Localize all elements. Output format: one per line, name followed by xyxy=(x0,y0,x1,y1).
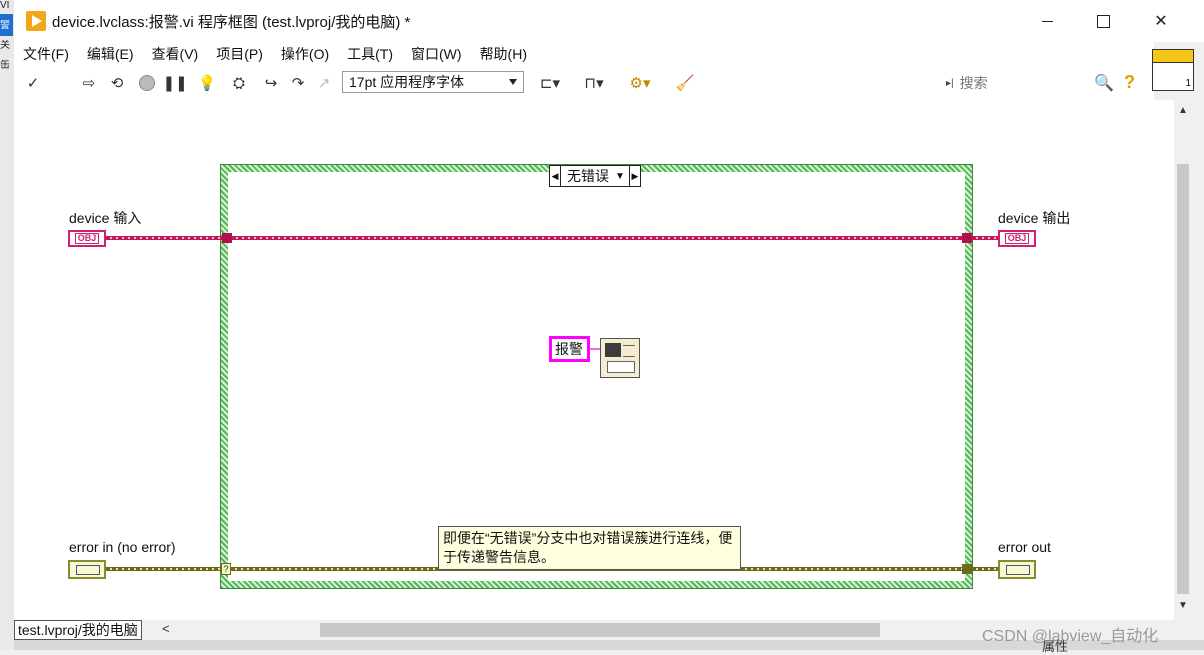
device-output-label: device 输出 xyxy=(998,210,1071,226)
close-button[interactable]: ✕ xyxy=(1138,6,1184,36)
case-decrement-icon[interactable]: ◀ xyxy=(550,166,561,186)
search-scope-icon: ▸| xyxy=(946,77,954,89)
window-title: device.lvclass:报警.vi 程序框图 (test.lvproj/我… xyxy=(52,14,411,31)
obj-tag: OBJ xyxy=(74,233,100,244)
clean-up-diagram-icon[interactable]: 🧹 xyxy=(672,74,698,92)
strip-text-3: 关 xyxy=(0,40,10,51)
labview-app-icon xyxy=(26,11,46,31)
step-over-icon[interactable]: ↷ xyxy=(288,74,308,92)
title-bar: device.lvclass:报警.vi 程序框图 (test.lvproj/我… xyxy=(14,0,1204,42)
scroll-left-icon[interactable]: < xyxy=(162,621,170,636)
menu-view[interactable]: 查看(V) xyxy=(143,44,208,64)
menu-bar: 文件(F) 编辑(E) 查看(V) 项目(P) 操作(O) 工具(T) 窗口(W… xyxy=(14,42,1154,66)
device-input-label: device 输入 xyxy=(69,210,142,226)
menu-edit[interactable]: 编辑(E) xyxy=(78,44,143,64)
error-tunnel-out[interactable] xyxy=(962,564,972,574)
error-wire-out[interactable] xyxy=(972,567,998,571)
error-out-terminal[interactable] xyxy=(998,560,1036,579)
minimize-icon xyxy=(1041,20,1053,22)
chevron-down-icon xyxy=(509,79,517,85)
menu-file[interactable]: 文件(F) xyxy=(14,44,78,64)
object-wire-in[interactable] xyxy=(106,236,226,240)
highlight-execution-icon[interactable]: 💡 xyxy=(198,74,217,92)
object-tunnel-out[interactable] xyxy=(962,233,972,243)
obj-tag: OBJ xyxy=(1004,233,1030,244)
alarm-subvi[interactable] xyxy=(600,338,640,378)
vi-icon-panel[interactable]: 1 xyxy=(1152,49,1194,91)
strip-text-2: 警 xyxy=(0,20,10,31)
chevron-down-icon: ▼ xyxy=(615,170,625,182)
vertical-scrollbar[interactable]: ▲ ▼ xyxy=(1174,100,1192,620)
abort-icon[interactable] xyxy=(138,74,156,92)
font-select-value: 17pt 应用程序字体 xyxy=(349,74,465,90)
horizontal-scroll-thumb[interactable] xyxy=(320,623,880,637)
vi-icon-banner xyxy=(1153,50,1193,63)
error-wire-in[interactable] xyxy=(106,567,222,571)
vertical-scroll-thumb[interactable] xyxy=(1177,164,1189,594)
device-input-terminal[interactable]: OBJ xyxy=(68,230,106,247)
context-help-icon[interactable]: ? xyxy=(1124,72,1135,93)
toolbar: ✓ ⇨ ⟲ ❚❚ 💡 ⛭ ↪ ↷ ↗ 17pt 应用程序字体 ⊏▾ ⊓▾ ⚙▾ … xyxy=(14,66,1154,100)
watermark: CSDN @labview_自动化 xyxy=(982,628,1159,645)
subvi-icon-image xyxy=(605,343,621,357)
align-objects-icon[interactable]: ⊏▾ xyxy=(534,74,566,92)
maximize-button[interactable] xyxy=(1080,6,1126,36)
menu-project[interactable]: 项目(P) xyxy=(207,44,272,64)
object-wire-through[interactable] xyxy=(232,236,966,240)
apply-changes-icon[interactable]: ✓ xyxy=(24,74,42,92)
run-icon[interactable]: ⇨ xyxy=(80,74,98,92)
search-placeholder: 搜索 xyxy=(959,75,988,91)
scroll-up-icon[interactable]: ▲ xyxy=(1178,105,1188,116)
pause-icon[interactable]: ❚❚ xyxy=(162,74,187,92)
minimize-button[interactable] xyxy=(1024,6,1070,36)
menu-operate[interactable]: 操作(O) xyxy=(272,44,338,64)
case-selector[interactable]: ◀ 无错误 ▼ ▶ xyxy=(549,165,641,187)
distribute-objects-icon[interactable]: ⊓▾ xyxy=(578,74,610,92)
device-output-terminal[interactable]: OBJ xyxy=(998,230,1036,247)
scroll-down-icon[interactable]: ▼ xyxy=(1178,600,1188,611)
error-out-label: error out xyxy=(998,539,1051,555)
font-select[interactable]: 17pt 应用程序字体 xyxy=(342,71,524,93)
case-increment-icon[interactable]: ▶ xyxy=(629,166,640,186)
menu-window[interactable]: 窗口(W) xyxy=(402,44,471,64)
search-input[interactable]: ▸| 搜索 🔍 xyxy=(946,71,1120,95)
error-tunnel-in[interactable]: ? xyxy=(221,563,231,575)
step-out-icon[interactable]: ↗ xyxy=(314,74,334,92)
menu-help[interactable]: 帮助(H) xyxy=(471,44,536,64)
search-icon[interactable]: 🔍 xyxy=(1094,73,1114,93)
background-window-strip: VI 警 关 缶 xyxy=(0,0,15,650)
case-selector-value: 无错误 xyxy=(567,168,609,184)
subvi-icon-box xyxy=(607,361,635,373)
strip-text-4: 缶 xyxy=(0,60,10,71)
error-in-label: error in (no error) xyxy=(69,539,176,555)
strip-text-1: VI xyxy=(0,0,10,11)
retain-wire-values-icon[interactable]: ⛭ xyxy=(228,74,250,92)
connector-pane-number: 1 xyxy=(1185,78,1191,89)
object-tunnel-in[interactable] xyxy=(222,233,232,243)
menu-tools[interactable]: 工具(T) xyxy=(338,44,402,64)
subvi-icon-lines xyxy=(623,345,635,357)
strip-selected-row: 警 xyxy=(0,14,13,36)
close-icon: ✕ xyxy=(1154,13,1168,30)
case-structure[interactable] xyxy=(220,164,973,589)
object-wire-out[interactable] xyxy=(972,236,998,240)
reorder-icon[interactable]: ⚙▾ xyxy=(624,74,656,92)
run-continuously-icon[interactable]: ⟲ xyxy=(108,74,126,92)
project-context-path[interactable]: test.lvproj/我的电脑 xyxy=(14,620,142,640)
diagram-comment[interactable]: 即便在“无错误”分支中也对错误簇进行连线，便于传递警告信息。 xyxy=(438,526,741,570)
step-into-icon[interactable]: ↪ xyxy=(260,74,282,92)
maximize-icon xyxy=(1096,14,1110,28)
error-in-terminal[interactable] xyxy=(68,560,106,579)
string-constant[interactable]: 报警 xyxy=(549,336,590,362)
